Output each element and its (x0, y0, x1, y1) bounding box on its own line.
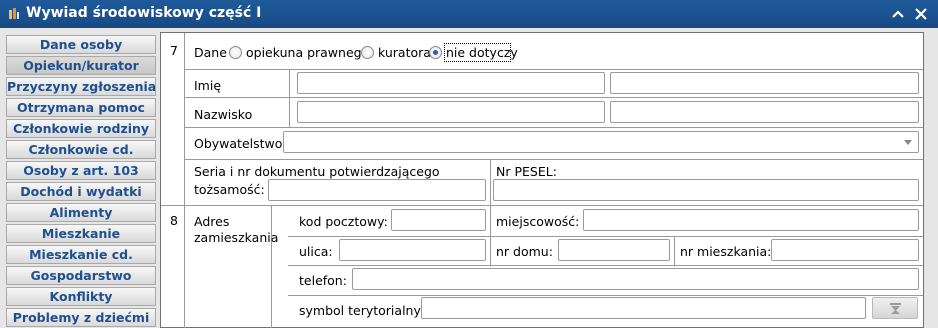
dropdown-picker-icon (890, 303, 901, 314)
symbol-terytorialny-label: symbol terytorialny: (299, 303, 425, 318)
divider (185, 69, 923, 70)
telefon-input[interactable] (352, 268, 919, 290)
radio-kuratora[interactable] (361, 46, 374, 59)
divider (184, 33, 185, 328)
nav-otrzymana-pomoc[interactable]: Otrzymana pomoc (6, 98, 156, 117)
nav-dochod-i-wydatki[interactable]: Dochód i wydatki (6, 182, 156, 201)
seria-label: Seria i nr dokumentu potwierdzającego (194, 164, 440, 179)
section-number: 7 (170, 43, 178, 58)
nr-domu-input[interactable] (558, 239, 670, 261)
obywatelstwo-select[interactable] (283, 131, 919, 153)
nav-opiekun-kurator[interactable]: Opiekun/kurator (6, 56, 156, 75)
divider (288, 236, 923, 237)
nazwisko-second-input[interactable] (610, 101, 919, 123)
adres-label-cont: zamieszkania (194, 230, 279, 245)
nr-mieszkania-label: nr mieszkania: (680, 244, 772, 259)
radio-nie-dotyczy[interactable] (429, 46, 442, 59)
divider (288, 265, 923, 266)
nav-osoby-z-art-103[interactable]: Osoby z art. 103 (6, 161, 156, 180)
divider (271, 206, 272, 328)
radio-label-nie-dotyczy: nie dotyczy (446, 45, 518, 60)
section-number: 8 (170, 213, 178, 228)
symbol-picker-button[interactable] (872, 297, 918, 319)
nav-problemy-z-dziecmi[interactable]: Problemy z dziećmi (6, 308, 156, 327)
ulica-input[interactable] (339, 239, 486, 261)
miejscowosc-input[interactable] (583, 209, 919, 231)
divider (490, 237, 491, 265)
divider (289, 70, 290, 127)
nr-mieszkania-input[interactable] (771, 239, 919, 261)
chevron-down-icon (904, 140, 912, 145)
dane-label: Dane (194, 45, 227, 60)
seria-label-cont: tożsamość: (194, 182, 265, 197)
radio-opiekuna-prawnego[interactable] (229, 46, 242, 59)
obywatelstwo-label: Obywatelstwo (194, 136, 283, 151)
radio-label-opiekuna-prawnego: opiekuna prawnego (246, 45, 370, 60)
nav-alimenty[interactable]: Alimenty (6, 203, 156, 222)
divider (185, 127, 923, 128)
nav-czlonkowie-rodziny[interactable]: Członkowie rodziny (6, 119, 156, 138)
title-bar: Wywiad środowiskowy część I (0, 0, 938, 28)
nav-mieszkanie-cd[interactable]: Mieszkanie cd. (6, 245, 156, 264)
divider (490, 160, 491, 236)
imie-label: Imię (194, 78, 222, 93)
nav-czlonkowie-cd[interactable]: Członkowie cd. (6, 140, 156, 159)
nav-gospodarstwo[interactable]: Gospodarstwo (6, 266, 156, 285)
divider (674, 237, 675, 265)
nav-przyczyny-zgloszenia[interactable]: Przyczyny zgłoszenia (6, 77, 156, 96)
ulica-label: ulica: (299, 244, 333, 259)
divider (161, 205, 923, 206)
kod-pocztowy-input[interactable] (391, 209, 486, 231)
nav-dane-osoby[interactable]: Dane osoby (6, 35, 156, 54)
kod-pocztowy-label: kod pocztowy: (299, 214, 388, 229)
divider (185, 159, 923, 160)
seria-dokumentu-input[interactable] (268, 179, 486, 201)
pesel-label: Nr PESEL: (496, 164, 557, 179)
app-icon (8, 7, 20, 21)
window-title: Wywiad środowiskowy część I (26, 5, 262, 21)
imie-second-input[interactable] (610, 72, 919, 94)
nazwisko-label: Nazwisko (194, 107, 253, 122)
nav-mieszkanie[interactable]: Mieszkanie (6, 224, 156, 243)
nr-domu-label: nr domu: (496, 244, 553, 259)
nav-konflikty[interactable]: Konflikty (6, 287, 156, 306)
close-icon[interactable] (911, 4, 931, 24)
nazwisko-input[interactable] (297, 101, 605, 123)
divider (185, 97, 923, 98)
pesel-input[interactable] (493, 179, 919, 201)
telefon-label: telefon: (299, 273, 347, 288)
form-panel: 7 Dane opiekuna prawnego kuratora nie do… (160, 32, 924, 328)
miejscowosc-label: miejscowość: (496, 214, 580, 229)
chevron-up-icon[interactable] (888, 4, 908, 24)
imie-input[interactable] (297, 72, 605, 94)
divider (288, 295, 923, 296)
adres-label: Adres (194, 214, 230, 229)
symbol-terytorialny-input[interactable] (421, 297, 866, 319)
radio-label-kuratora: kuratora (378, 45, 431, 60)
